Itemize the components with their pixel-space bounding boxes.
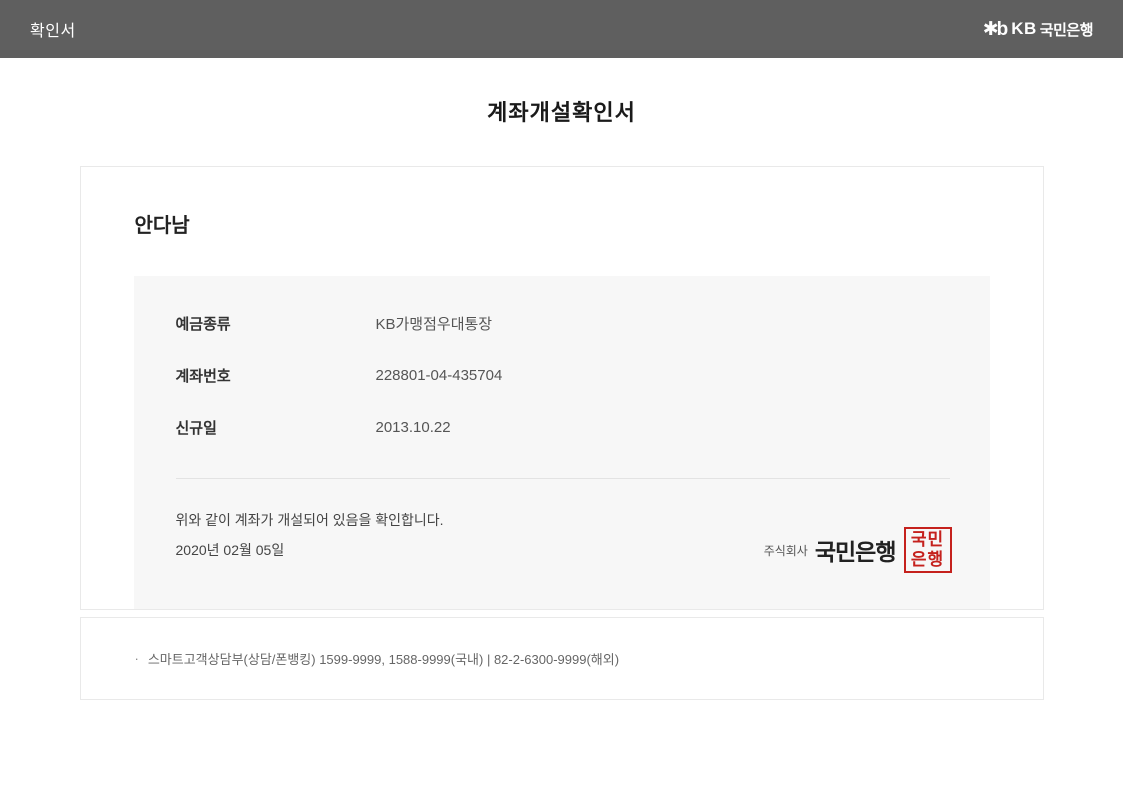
footer-card: · 스마트고객상담부(상담/폰뱅킹) 1599-9999, 1588-9999(… bbox=[80, 617, 1044, 700]
field-value: 228801-04-435704 bbox=[376, 367, 503, 384]
field-label: 예금종류 bbox=[176, 313, 376, 334]
footer-note-text: 스마트고객상담부(상담/폰뱅킹) 1599-9999, 1588-9999(국내… bbox=[148, 649, 619, 668]
page-title: 확인서 bbox=[30, 17, 76, 41]
bank-seal-stamp-icon: 국민 은행 bbox=[904, 527, 952, 573]
footer-note: · 스마트고객상담부(상담/폰뱅킹) 1599-9999, 1588-9999(… bbox=[135, 649, 620, 668]
issue-date: 2020년 02월 05일 bbox=[176, 541, 444, 559]
confirmation-text: 위와 같이 계좌가 개설되어 있음을 확인합니다. bbox=[176, 511, 444, 529]
company-prefix: 주식회사 bbox=[764, 542, 808, 559]
field-row-deposit-type: 예금종류 KB가맹점우대통장 bbox=[134, 297, 990, 349]
field-label: 계좌번호 bbox=[176, 365, 376, 386]
kb-logo-bank-text: 국민은행 bbox=[1040, 19, 1093, 40]
content-area: 안다남 예금종류 KB가맹점우대통장 계좌번호 228801-04-435704… bbox=[80, 166, 1044, 700]
seal-text-line1: 국민 bbox=[911, 530, 944, 550]
kb-bank-logo: ✱b KB 국민은행 bbox=[983, 18, 1093, 41]
certificate-card: 안다남 예금종류 KB가맹점우대통장 계좌번호 228801-04-435704… bbox=[80, 166, 1044, 610]
bullet-icon: · bbox=[135, 651, 139, 666]
confirmation-section: 위와 같이 계좌가 개설되어 있음을 확인합니다. 2020년 02월 05일 … bbox=[134, 479, 990, 573]
field-row-account-number: 계좌번호 228801-04-435704 bbox=[134, 349, 990, 401]
document-title: 계좌개설확인서 bbox=[0, 95, 1123, 127]
customer-name: 안다남 bbox=[81, 167, 1043, 238]
company-name: 국민은행 bbox=[815, 533, 896, 567]
header-bar: 확인서 ✱b KB 국민은행 bbox=[0, 0, 1123, 58]
account-info-panel: 예금종류 KB가맹점우대통장 계좌번호 228801-04-435704 신규일… bbox=[134, 276, 990, 609]
kb-logo-kb-text: KB bbox=[1011, 19, 1037, 39]
field-value: KB가맹점우대통장 bbox=[376, 313, 493, 334]
field-label: 신규일 bbox=[176, 417, 376, 438]
field-row-open-date: 신규일 2013.10.22 bbox=[134, 401, 990, 453]
confirmation-text-block: 위와 같이 계좌가 개설되어 있음을 확인합니다. 2020년 02월 05일 bbox=[176, 511, 444, 559]
field-value: 2013.10.22 bbox=[376, 419, 451, 436]
seal-text-line2: 은행 bbox=[911, 550, 944, 570]
bank-signature: 주식회사 국민은행 국민 은행 bbox=[764, 527, 952, 573]
kb-star-icon: ✱b bbox=[983, 18, 1007, 41]
